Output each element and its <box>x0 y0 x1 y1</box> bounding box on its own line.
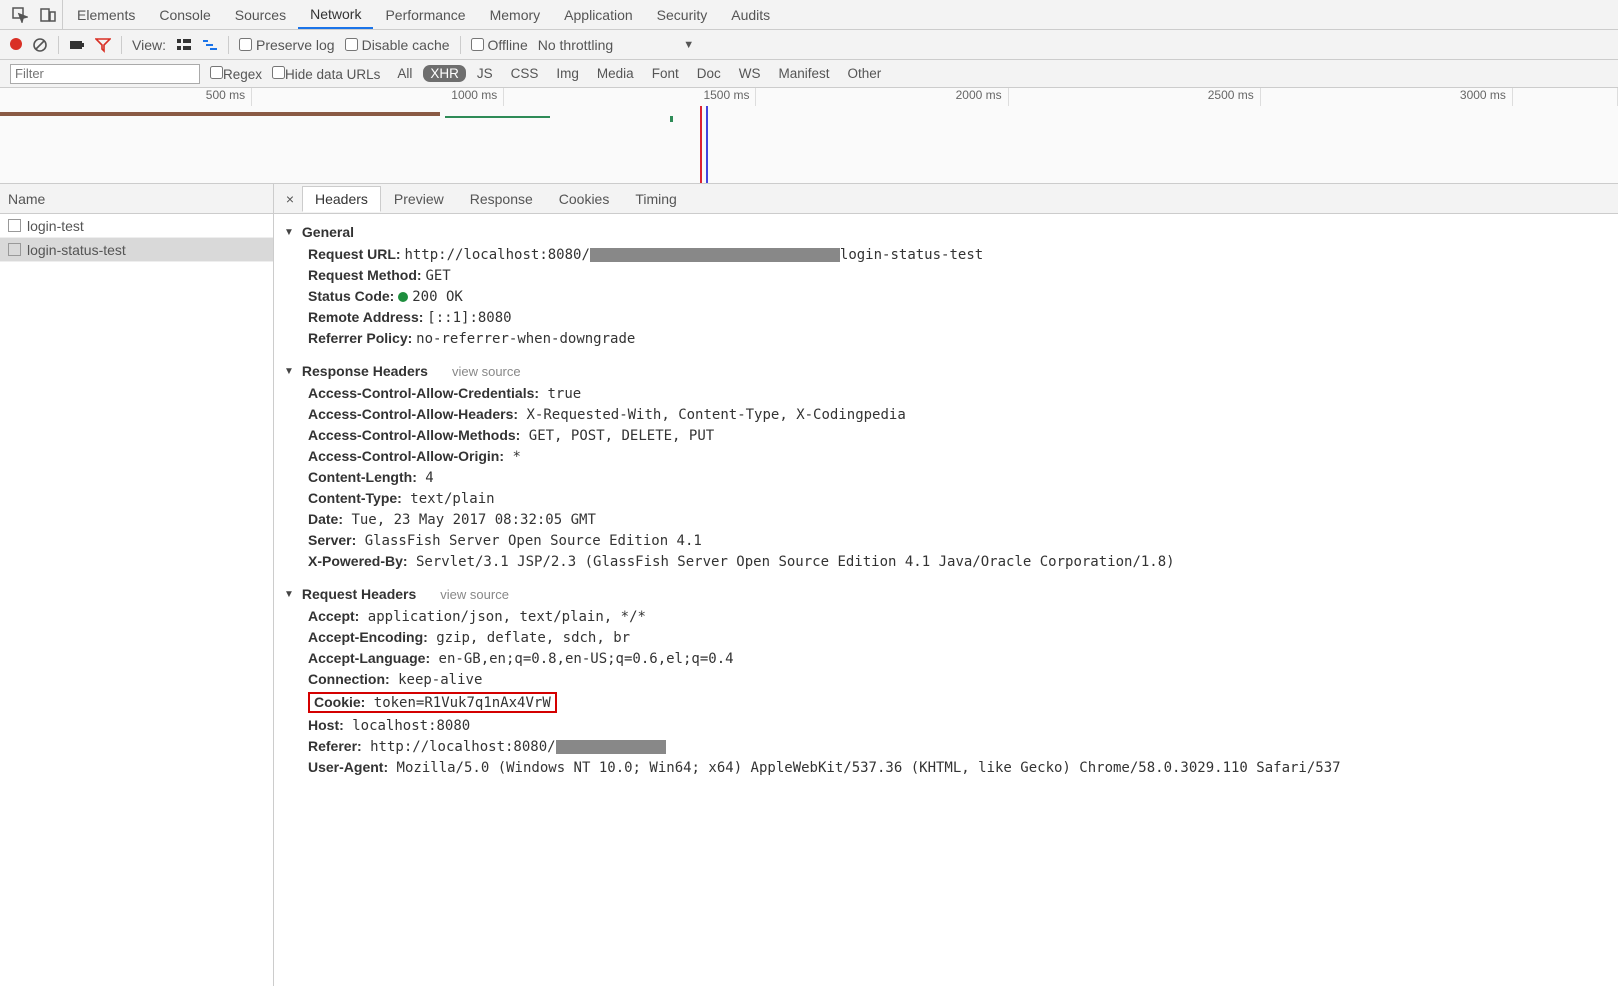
inspect-icon[interactable] <box>12 7 28 23</box>
tab-network[interactable]: Network <box>298 0 373 29</box>
filter-funnel-icon[interactable] <box>95 37 111 53</box>
network-toolbar: View: Preserve log Disable cache Offline… <box>0 30 1618 60</box>
inspect-dock-icons <box>6 0 63 29</box>
tab-memory[interactable]: Memory <box>478 0 553 29</box>
filter-type-font[interactable]: Font <box>645 65 686 82</box>
preserve-log-checkbox[interactable]: Preserve log <box>239 37 335 53</box>
timeline-overview[interactable]: 500 ms1000 ms1500 ms2000 ms2500 ms3000 m… <box>0 88 1618 184</box>
filter-type-ws[interactable]: WS <box>732 65 768 82</box>
detail-tab-cookies[interactable]: Cookies <box>546 186 623 212</box>
section-request-headers[interactable]: ▼Request Headers view source <box>280 582 1612 606</box>
header-row: Access-Control-Allow-Origin: * <box>280 446 1612 467</box>
detail-tab-response[interactable]: Response <box>457 186 546 212</box>
header-row: Server: GlassFish Server Open Source Edi… <box>280 530 1612 551</box>
filter-type-all[interactable]: All <box>390 65 419 82</box>
detail-tab-preview[interactable]: Preview <box>381 186 457 212</box>
kv-remote-address: Remote Address: [::1]:8080 <box>280 307 1612 328</box>
request-row[interactable]: login-status-test <box>0 238 273 262</box>
kv-status-code: Status Code: 200 OK <box>280 286 1612 307</box>
timeline-tick: 1000 ms <box>252 88 504 106</box>
status-dot-icon <box>398 292 408 302</box>
filter-type-css[interactable]: CSS <box>504 65 546 82</box>
devtools-tabbar: ElementsConsoleSourcesNetworkPerformance… <box>0 0 1618 30</box>
timeline-marker <box>706 106 708 183</box>
view-source-link[interactable]: view source <box>440 587 509 602</box>
throttling-select[interactable]: No throttling▼ <box>538 37 694 53</box>
header-row: Content-Length: 4 <box>280 467 1612 488</box>
filter-type-xhr[interactable]: XHR <box>423 65 466 82</box>
tab-sources[interactable]: Sources <box>223 0 298 29</box>
header-row: Accept-Language: en-GB,en;q=0.8,en-US;q=… <box>280 648 1612 669</box>
header-row: Access-Control-Allow-Headers: X-Requeste… <box>280 404 1612 425</box>
section-response-headers[interactable]: ▼Response Headers view source <box>280 359 1612 383</box>
view-large-icon[interactable] <box>176 37 192 53</box>
request-list: Name login-test login-status-test <box>0 184 274 986</box>
header-row: Date: Tue, 23 May 2017 08:32:05 GMT <box>280 509 1612 530</box>
detail-tab-timing[interactable]: Timing <box>622 186 690 212</box>
timeline-tick: 2500 ms <box>1009 88 1261 106</box>
filter-type-img[interactable]: Img <box>549 65 586 82</box>
tab-application[interactable]: Application <box>552 0 645 29</box>
request-row[interactable]: login-test <box>0 214 273 238</box>
kv-request-method: Request Method: GET <box>280 265 1612 286</box>
tab-performance[interactable]: Performance <box>373 0 477 29</box>
view-waterfall-icon[interactable] <box>202 37 218 53</box>
header-row: X-Powered-By: Servlet/3.1 JSP/2.3 (Glass… <box>280 551 1612 572</box>
filter-type-other[interactable]: Other <box>841 65 889 82</box>
filter-type-media[interactable]: Media <box>590 65 641 82</box>
kv-referrer-policy: Referrer Policy: no-referrer-when-downgr… <box>280 328 1612 349</box>
detail-tabbar: × HeadersPreviewResponseCookiesTiming <box>274 184 1618 214</box>
timeline-tick: 500 ms <box>0 88 252 106</box>
header-row: Connection: keep-alive <box>280 669 1612 690</box>
header-row: Accept: application/json, text/plain, */… <box>280 606 1612 627</box>
offline-checkbox[interactable]: Offline <box>471 37 528 53</box>
file-icon <box>8 243 21 256</box>
header-row: Host: localhost:8080 <box>280 715 1612 736</box>
regex-checkbox[interactable]: Regex <box>210 66 262 82</box>
filter-type-doc[interactable]: Doc <box>690 65 728 82</box>
record-button[interactable] <box>10 37 22 53</box>
header-row: Access-Control-Allow-Methods: GET, POST,… <box>280 425 1612 446</box>
request-name: login-status-test <box>27 242 126 258</box>
capture-screenshots-icon[interactable] <box>69 37 85 53</box>
detail-tab-headers[interactable]: Headers <box>302 186 381 212</box>
view-source-link[interactable]: view source <box>452 364 521 379</box>
filter-type-js[interactable]: JS <box>470 65 500 82</box>
network-main: Name login-test login-status-test × Heade… <box>0 184 1618 986</box>
timeline-tick: 2000 ms <box>756 88 1008 106</box>
timeline-marker <box>700 106 702 183</box>
tab-console[interactable]: Console <box>147 0 222 29</box>
request-detail: × HeadersPreviewResponseCookiesTiming ▼G… <box>274 184 1618 986</box>
timeline-tick: 3000 ms <box>1261 88 1513 106</box>
request-list-header[interactable]: Name <box>0 184 273 214</box>
timeline-bar <box>0 112 440 116</box>
header-row: User-Agent: Mozilla/5.0 (Windows NT 10.0… <box>280 757 1612 778</box>
disable-cache-checkbox[interactable]: Disable cache <box>345 37 450 53</box>
clear-icon[interactable] <box>32 37 48 53</box>
filter-input[interactable] <box>10 64 200 84</box>
headers-panel: ▼General Request URL: http://localhost:8… <box>274 214 1618 986</box>
header-row: Access-Control-Allow-Credentials: true <box>280 383 1612 404</box>
header-row: Referer: http://localhost:8080/ <box>280 736 1612 757</box>
timeline-bar <box>445 116 550 118</box>
tab-elements[interactable]: Elements <box>65 0 147 29</box>
kv-request-url: Request URL: http://localhost:8080/login… <box>280 244 1612 265</box>
timeline-tick: 1500 ms <box>504 88 756 106</box>
header-row: Accept-Encoding: gzip, deflate, sdch, br <box>280 627 1612 648</box>
file-icon <box>8 219 21 232</box>
hide-data-urls-checkbox[interactable]: Hide data URLs <box>272 66 380 82</box>
header-row: Content-Type: text/plain <box>280 488 1612 509</box>
tab-audits[interactable]: Audits <box>719 0 782 29</box>
filter-bar: Regex Hide data URLs AllXHRJSCSSImgMedia… <box>0 60 1618 88</box>
request-name: login-test <box>27 218 84 234</box>
section-general[interactable]: ▼General <box>280 220 1612 244</box>
close-detail-button[interactable]: × <box>278 191 302 207</box>
filter-type-manifest[interactable]: Manifest <box>771 65 836 82</box>
header-row: Cookie: token=R1Vuk7q1nAx4VrW <box>280 690 1612 715</box>
view-label: View: <box>132 37 166 53</box>
tab-security[interactable]: Security <box>645 0 720 29</box>
device-toolbar-icon[interactable] <box>40 7 56 23</box>
